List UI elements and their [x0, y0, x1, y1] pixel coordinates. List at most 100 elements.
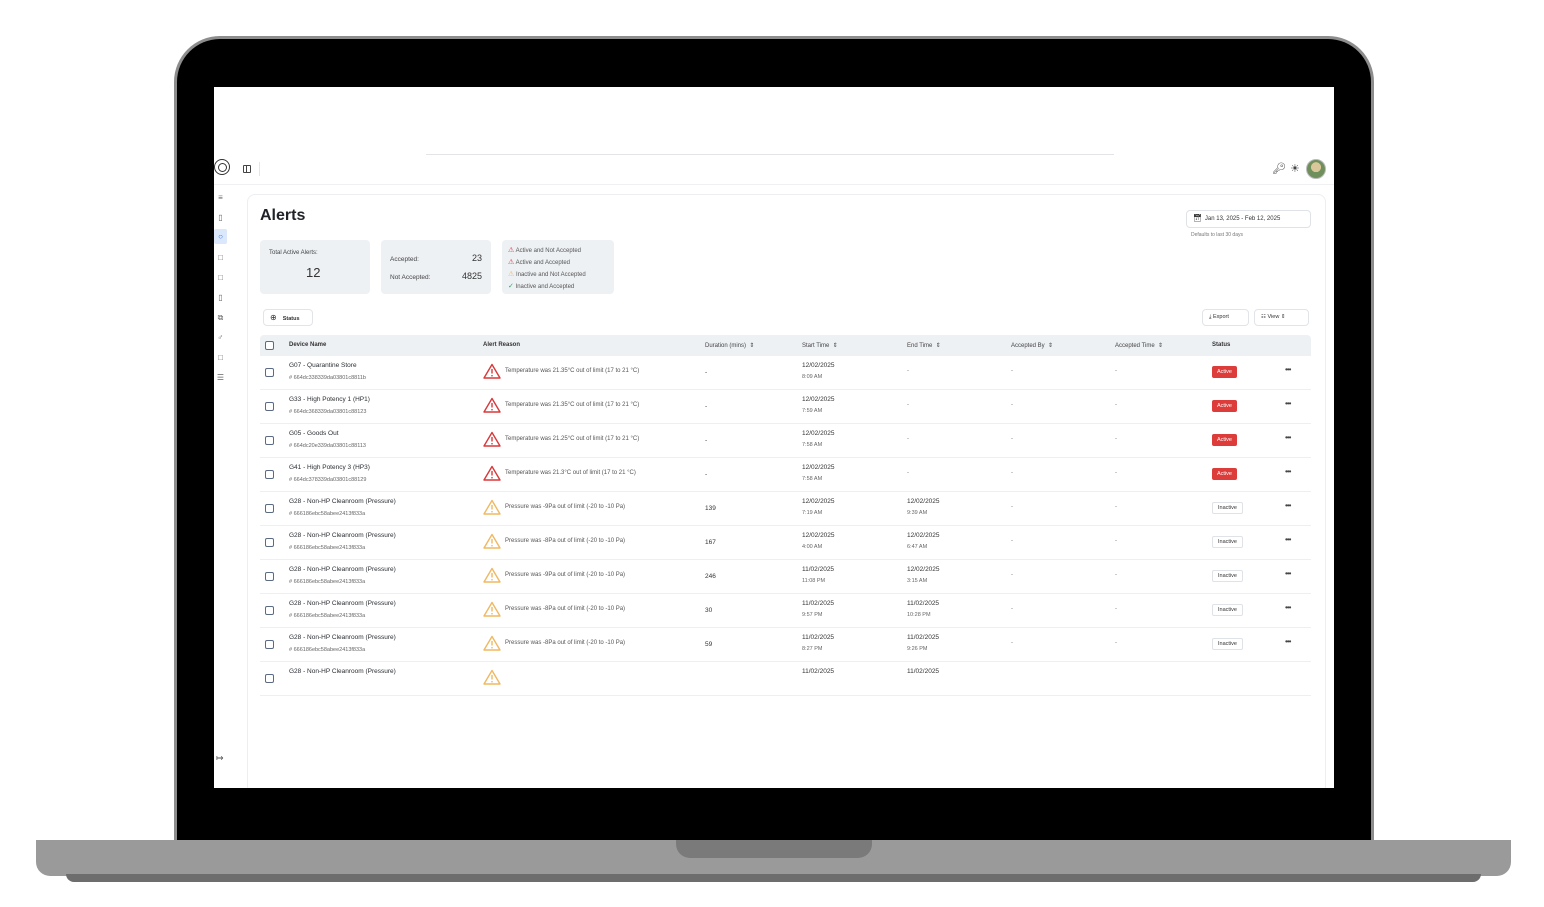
- legend-item: ✓ Inactive and Accepted: [508, 281, 586, 293]
- header-start-time[interactable]: Start Time ⇕: [802, 342, 838, 349]
- accepted-by: -: [1011, 640, 1013, 646]
- warning-icon: ⚠︎: [508, 247, 515, 254]
- row-checkbox[interactable]: [265, 504, 274, 513]
- status-filter-button[interactable]: ⊕ Status: [263, 309, 313, 326]
- sort-icon: ⇕: [935, 343, 941, 349]
- header-accepted-by[interactable]: Accepted By ⇕: [1011, 342, 1053, 349]
- table-row[interactable]: G28 - Non-HP Cleanroom (Pressure) 11/02/2…: [260, 662, 1311, 696]
- device-name[interactable]: G28 - Non-HP Cleanroom (Pressure): [289, 566, 396, 573]
- device-id: # 666186ebc58abee2413f833a: [289, 613, 366, 619]
- device-name[interactable]: G28 - Non-HP Cleanroom (Pressure): [289, 600, 396, 607]
- device-name[interactable]: G33 - High Potency 1 (HP1): [289, 396, 370, 403]
- key-icon[interactable]: 🔑︎: [1272, 162, 1286, 175]
- table-row[interactable]: G33 - High Potency 1 (HP1) # 664dc368339d…: [260, 390, 1311, 424]
- table-row[interactable]: G28 - Non-HP Cleanroom (Pressure) # 66618…: [260, 628, 1311, 662]
- logout-icon[interactable]: ↦: [216, 753, 224, 764]
- accepted-by: -: [1011, 572, 1013, 578]
- not-accepted-value: 4825: [461, 271, 482, 281]
- header-accepted-time-label: Accepted Time: [1115, 343, 1155, 349]
- device-name[interactable]: G05 - Goods Out: [289, 430, 339, 437]
- alert-reason: Temperature was 21.25°C out of limit (17…: [505, 436, 640, 442]
- table-row[interactable]: G28 - Non-HP Cleanroom (Pressure) # 66618…: [260, 492, 1311, 526]
- date-range-picker[interactable]: 📅︎ Jan 13, 2025 - Feb 12, 2025: [1186, 210, 1311, 228]
- start-time: 7:59 AM: [802, 408, 823, 414]
- table-row[interactable]: G28 - Non-HP Cleanroom (Pressure) # 66618…: [260, 526, 1311, 560]
- list-icon[interactable]: ☰: [216, 373, 225, 382]
- more-actions-icon[interactable]: •••: [1285, 501, 1291, 510]
- device-icon[interactable]: ▯: [216, 293, 225, 302]
- row-checkbox[interactable]: [265, 606, 274, 615]
- device-name[interactable]: G28 - Non-HP Cleanroom (Pressure): [289, 634, 396, 641]
- row-checkbox[interactable]: [265, 674, 274, 683]
- avatar[interactable]: [1306, 159, 1326, 179]
- end-time: 3:15 AM: [907, 578, 928, 584]
- user-icon[interactable]: ♂: [216, 333, 225, 342]
- select-all-checkbox[interactable]: [265, 341, 274, 350]
- warning-triangle-icon: [483, 533, 501, 549]
- header-accepted-time[interactable]: Accepted Time ⇕: [1115, 342, 1163, 349]
- book-icon[interactable]: □: [216, 353, 225, 362]
- header-alert-reason[interactable]: Alert Reason: [483, 342, 520, 348]
- sun-icon[interactable]: ☀: [1290, 162, 1300, 175]
- status-badge: Inactive: [1212, 604, 1243, 616]
- row-checkbox[interactable]: [265, 402, 274, 411]
- warning-triangle-icon: [483, 669, 501, 685]
- book-icon[interactable]: □: [216, 253, 225, 262]
- more-actions-icon[interactable]: •••: [1285, 637, 1291, 646]
- header-end-time[interactable]: End Time ⇕: [907, 342, 941, 349]
- sliders-icon: ☷: [1261, 314, 1266, 320]
- laptop-notch: [676, 840, 872, 858]
- more-actions-icon[interactable]: •••: [1285, 365, 1291, 374]
- start-time: 9:57 PM: [802, 612, 823, 618]
- status-badge: Active: [1212, 468, 1237, 480]
- menu-icon[interactable]: ≡: [216, 193, 225, 202]
- more-actions-icon[interactable]: •••: [1285, 399, 1291, 408]
- more-actions-icon[interactable]: •••: [1285, 433, 1291, 442]
- table-row[interactable]: G07 - Quarantine Store # 664dc338339da038…: [260, 356, 1311, 390]
- device-name[interactable]: G28 - Non-HP Cleanroom (Pressure): [289, 498, 396, 505]
- device-id: # 666186ebc58abee2413f833a: [289, 545, 366, 551]
- app-logo-icon[interactable]: [214, 159, 230, 175]
- header-duration-label: Duration (mins): [705, 343, 747, 349]
- more-actions-icon[interactable]: •••: [1285, 467, 1291, 476]
- more-actions-icon[interactable]: •••: [1285, 603, 1291, 612]
- device-name[interactable]: G41 - High Potency 3 (HP3): [289, 464, 370, 471]
- row-checkbox[interactable]: [265, 470, 274, 479]
- laptop-mockup: 🔑︎ ☀ ≡ ▯ ○ □ □ ▯ ⧉ ♂ □ ☰ ↦ Alerts 📅︎ Jan …: [0, 0, 1544, 907]
- end-time: 9:39 AM: [907, 510, 928, 516]
- table-row[interactable]: G41 - High Potency 3 (HP3) # 664dc378339d…: [260, 458, 1311, 492]
- duration: -: [705, 437, 708, 444]
- export-button[interactable]: ⤓ Export: [1202, 309, 1249, 326]
- sidebar-toggle-icon[interactable]: [243, 165, 251, 173]
- header-device-name[interactable]: Device Name: [289, 342, 326, 348]
- table-row[interactable]: G28 - Non-HP Cleanroom (Pressure) # 66618…: [260, 594, 1311, 628]
- table-row[interactable]: G05 - Goods Out # 664dc20e339da03801c8811…: [260, 424, 1311, 458]
- legend-item: ⚠︎ Inactive and Not Accepted: [508, 269, 586, 281]
- warning-triangle-icon: [483, 363, 501, 379]
- device-name[interactable]: G07 - Quarantine Store: [289, 362, 357, 369]
- status-legend: ⚠︎ Active and Not Accepted ⚠︎ Active and…: [502, 240, 614, 294]
- clipboard-icon[interactable]: ▯: [216, 213, 225, 222]
- row-checkbox[interactable]: [265, 538, 274, 547]
- device-id: # 666186ebc58abee2413f833a: [289, 579, 366, 585]
- alert-icon[interactable]: ○: [214, 229, 227, 244]
- table-row[interactable]: G28 - Non-HP Cleanroom (Pressure) # 66618…: [260, 560, 1311, 594]
- row-checkbox[interactable]: [265, 368, 274, 377]
- total-active-alerts-card: Total Active Alerts: 12: [260, 240, 370, 294]
- device-name[interactable]: G28 - Non-HP Cleanroom (Pressure): [289, 532, 396, 539]
- row-checkbox[interactable]: [265, 572, 274, 581]
- start-date: 12/02/2025: [802, 532, 835, 539]
- book-icon[interactable]: □: [216, 273, 225, 282]
- screen: 🔑︎ ☀ ≡ ▯ ○ □ □ ▯ ⧉ ♂ □ ☰ ↦ Alerts 📅︎ Jan …: [214, 87, 1334, 788]
- more-actions-icon[interactable]: •••: [1285, 569, 1291, 578]
- view-button[interactable]: ☷ View ⇕: [1254, 309, 1309, 326]
- device-name[interactable]: G28 - Non-HP Cleanroom (Pressure): [289, 668, 396, 675]
- row-checkbox[interactable]: [265, 640, 274, 649]
- header-duration[interactable]: Duration (mins) ⇕: [705, 342, 754, 349]
- copy-icon[interactable]: ⧉: [216, 313, 225, 322]
- row-checkbox[interactable]: [265, 436, 274, 445]
- accepted-time: -: [1115, 538, 1117, 544]
- start-date: 12/02/2025: [802, 498, 835, 505]
- header-start-time-label: Start Time: [802, 343, 830, 349]
- more-actions-icon[interactable]: •••: [1285, 535, 1291, 544]
